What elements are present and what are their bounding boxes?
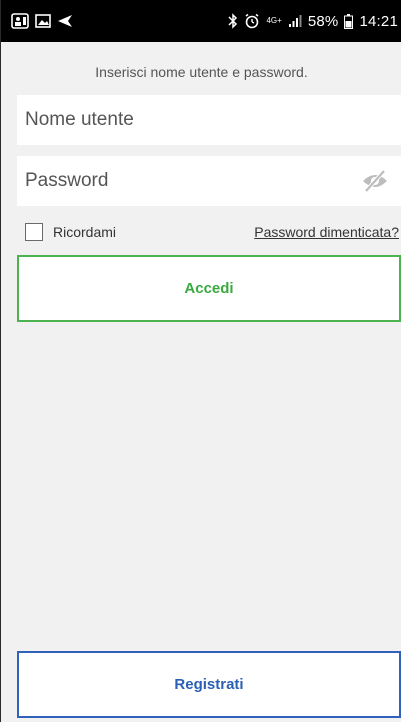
bluetooth-icon <box>228 13 238 29</box>
password-input[interactable] <box>25 156 359 206</box>
status-bar-left <box>11 13 73 29</box>
login-instruction: Inserisci nome utente e password. <box>95 64 308 80</box>
username-field[interactable] <box>17 95 401 145</box>
clock: 14:21 <box>359 12 398 30</box>
status-bar-right: 4G+ 58% 14:21 <box>228 13 398 30</box>
battery-icon <box>344 13 354 29</box>
remember-me[interactable]: Ricordami <box>25 223 116 241</box>
forgot-password-link[interactable]: Password dimenticata? <box>254 224 399 240</box>
alarm-icon <box>244 13 260 29</box>
signal-icon <box>288 14 302 28</box>
network-type: 4G+ <box>266 16 282 25</box>
send-icon <box>57 14 73 28</box>
password-field[interactable] <box>17 156 401 206</box>
remember-label: Ricordami <box>53 224 117 240</box>
remember-checkbox[interactable] <box>25 223 43 241</box>
remember-row: Ricordami Password dimenticata? <box>25 221 399 243</box>
show-password-icon[interactable] <box>359 168 391 194</box>
register-button[interactable]: Registrati <box>17 651 401 718</box>
sim-notification-icon <box>11 13 29 29</box>
app-screen: 4G+ 58% 14:21 Inserisci nome utente e pa… <box>0 0 401 722</box>
username-input[interactable] <box>25 95 391 145</box>
image-icon <box>35 14 51 28</box>
status-bar: 4G+ 58% 14:21 <box>1 0 401 42</box>
login-button[interactable]: Accedi <box>17 255 401 322</box>
battery-percent: 58% <box>307 12 339 30</box>
